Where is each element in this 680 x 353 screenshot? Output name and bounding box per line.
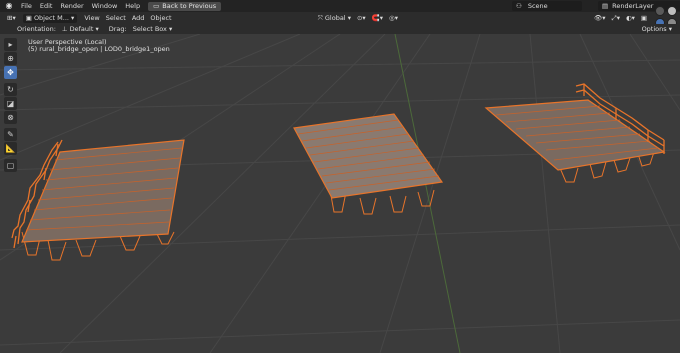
- drag-dropdown[interactable]: Select Box ▾: [130, 25, 176, 34]
- gizmo-icon[interactable]: ⤢▾: [609, 14, 623, 23]
- scene-selector[interactable]: ⚇ Scene: [512, 1, 582, 11]
- menu-help[interactable]: Help: [121, 0, 144, 12]
- select-box-icon[interactable]: ▸: [4, 38, 17, 51]
- render-layer-name: RenderLayer: [612, 2, 654, 10]
- drag-label: Drag:: [108, 24, 127, 33]
- proportional-edit-icon[interactable]: ◎▾: [386, 14, 401, 23]
- drag-value: Select Box: [132, 24, 167, 33]
- scale-icon[interactable]: ◪: [4, 97, 17, 110]
- active-object-label: (5) rural_bridge_open | LOD0_bridge1_ope…: [28, 45, 170, 53]
- editor-type-icon[interactable]: ⊞▾: [4, 14, 19, 23]
- viewport-header: ⊞▾ ▣ Object M... ▾ View Select Add Objec…: [0, 6, 680, 28]
- options-dropdown[interactable]: Options ▾: [642, 24, 672, 34]
- y-axis-line: [394, 34, 461, 353]
- tool-settings-bar: Orientation: ⊥ Default ▾ Drag: Select Bo…: [0, 24, 680, 34]
- menu-view[interactable]: View: [81, 14, 102, 23]
- blender-logo-icon[interactable]: ◉: [4, 1, 14, 11]
- bridge-left[interactable]: [11, 139, 185, 261]
- wireframe-shading-icon[interactable]: [655, 6, 666, 16]
- object-mode-icon: ▣: [25, 13, 34, 22]
- menu-edit[interactable]: Edit: [36, 0, 57, 12]
- orientation-label: Orientation:: [17, 24, 56, 33]
- orientation-icon: ⤧: [317, 13, 325, 22]
- visibility-icon[interactable]: 👁▾: [591, 14, 609, 23]
- menu-render[interactable]: Render: [56, 0, 87, 12]
- transform-orientation-label: Global: [324, 13, 346, 22]
- menu-file[interactable]: File: [17, 0, 36, 12]
- orientation-axis-icon: ⊥: [61, 24, 70, 33]
- menu-object[interactable]: Object: [147, 14, 174, 23]
- scene-icon: ⚇: [516, 2, 522, 10]
- orientation-dropdown[interactable]: ⊥ Default ▾: [59, 25, 102, 34]
- mode-label: Object M...: [33, 13, 69, 22]
- 3d-viewport[interactable]: User Perspective (Local) (5) rural_bridg…: [0, 34, 680, 353]
- rotate-icon[interactable]: ↻: [4, 83, 17, 96]
- measure-icon[interactable]: 📐: [4, 142, 17, 155]
- pivot-icon[interactable]: ⊙▾: [354, 14, 369, 23]
- screen-icon: ▭: [153, 1, 160, 10]
- menu-add[interactable]: Add: [129, 14, 148, 23]
- transform-orientation-dropdown[interactable]: ⤧ Global ▾: [315, 14, 354, 23]
- add-cube-icon[interactable]: ▢: [4, 159, 17, 172]
- scene-name: Scene: [527, 2, 548, 10]
- annotate-icon[interactable]: ✎: [4, 128, 17, 141]
- cursor-icon[interactable]: ⊕: [4, 52, 17, 65]
- orientation-value: Default: [69, 24, 94, 33]
- transform-icon[interactable]: ⊗: [4, 111, 17, 124]
- snap-icon[interactable]: 🧲▾: [369, 14, 386, 23]
- options-label: Options: [641, 25, 667, 33]
- mode-dropdown[interactable]: ▣ Object M... ▾: [22, 13, 78, 23]
- xray-icon[interactable]: ▣: [638, 14, 650, 23]
- menu-window[interactable]: Window: [88, 0, 122, 12]
- layer-icon: ▤: [602, 2, 609, 10]
- move-icon[interactable]: ✥: [4, 66, 17, 79]
- solid-shading-icon[interactable]: [667, 6, 678, 16]
- overlay-icon[interactable]: ◐▾: [623, 14, 638, 23]
- menu-select[interactable]: Select: [103, 14, 129, 23]
- top-bar: ◉ File Edit Render Window Help ▭ Back to…: [0, 0, 680, 12]
- back-to-previous-button[interactable]: ▭ Back to Previous: [148, 1, 222, 11]
- back-to-previous-label: Back to Previous: [162, 1, 217, 10]
- tool-shelf: ▸ ⊕ ✥ ↻ ◪ ⊗ ✎ 📐 ▢: [4, 38, 17, 172]
- viewport-scene: [0, 34, 680, 353]
